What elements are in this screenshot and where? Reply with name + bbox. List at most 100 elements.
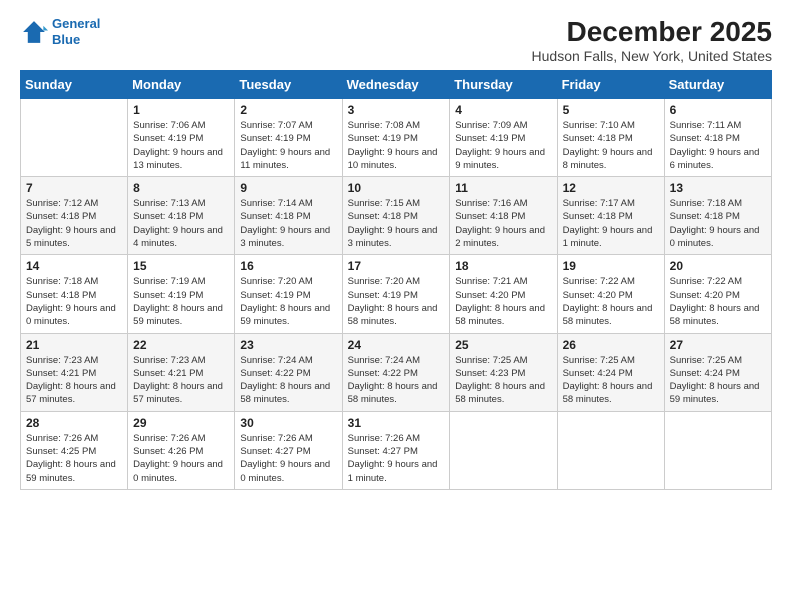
day-number: 27 <box>670 338 766 352</box>
day-number: 19 <box>563 259 659 273</box>
day-info: Sunrise: 7:18 AMSunset: 4:18 PMDaylight:… <box>26 275 122 328</box>
calendar-cell: 26 Sunrise: 7:25 AMSunset: 4:24 PMDayligh… <box>557 333 664 411</box>
day-number: 14 <box>26 259 122 273</box>
day-info: Sunrise: 7:14 AMSunset: 4:18 PMDaylight:… <box>240 197 336 250</box>
calendar-cell: 29 Sunrise: 7:26 AMSunset: 4:26 PMDayligh… <box>128 411 235 489</box>
calendar-cell: 25Sunrise: 7:25 AMSunset: 4:23 PMDayligh… <box>450 333 557 411</box>
day-number: 31 <box>348 416 445 430</box>
day-info: Sunrise: 7:26 AMSunset: 4:27 PMDaylight:… <box>348 432 445 485</box>
day-number: 9 <box>240 181 336 195</box>
day-number: 1 <box>133 103 229 117</box>
calendar-week-3: 14 Sunrise: 7:18 AMSunset: 4:18 PMDayligh… <box>21 255 772 333</box>
calendar-cell: 10 Sunrise: 7:15 AMSunset: 4:18 PMDayligh… <box>342 177 450 255</box>
day-info: Sunrise: 7:22 AMSunset: 4:20 PMDaylight:… <box>563 275 659 328</box>
day-number: 12 <box>563 181 659 195</box>
calendar-cell: 5 Sunrise: 7:10 AMSunset: 4:18 PMDaylight… <box>557 99 664 177</box>
day-info: Sunrise: 7:08 AMSunset: 4:19 PMDaylight:… <box>348 119 445 172</box>
calendar-cell: 4 Sunrise: 7:09 AMSunset: 4:19 PMDaylight… <box>450 99 557 177</box>
calendar-cell: 23 Sunrise: 7:24 AMSunset: 4:22 PMDayligh… <box>235 333 342 411</box>
day-number: 6 <box>670 103 766 117</box>
calendar-week-2: 7Sunrise: 7:12 AMSunset: 4:18 PMDaylight… <box>21 177 772 255</box>
calendar-cell: 7Sunrise: 7:12 AMSunset: 4:18 PMDaylight… <box>21 177 128 255</box>
calendar-cell <box>21 99 128 177</box>
day-number: 25 <box>455 338 551 352</box>
day-number: 22 <box>133 338 229 352</box>
day-info: Sunrise: 7:24 AMSunset: 4:22 PMDaylight:… <box>348 354 445 407</box>
logo-icon <box>20 18 48 46</box>
calendar-cell: 27Sunrise: 7:25 AMSunset: 4:24 PMDayligh… <box>664 333 771 411</box>
calendar-cell: 15 Sunrise: 7:19 AMSunset: 4:19 PMDayligh… <box>128 255 235 333</box>
day-number: 5 <box>563 103 659 117</box>
calendar-cell: 30Sunrise: 7:26 AMSunset: 4:27 PMDayligh… <box>235 411 342 489</box>
day-number: 16 <box>240 259 336 273</box>
calendar-cell: 31 Sunrise: 7:26 AMSunset: 4:27 PMDayligh… <box>342 411 450 489</box>
calendar: Sunday Monday Tuesday Wednesday Thursday… <box>20 70 772 490</box>
logo-general: General <box>52 16 100 31</box>
day-info: Sunrise: 7:12 AMSunset: 4:18 PMDaylight:… <box>26 197 122 250</box>
day-number: 4 <box>455 103 551 117</box>
day-info: Sunrise: 7:18 AMSunset: 4:18 PMDaylight:… <box>670 197 766 250</box>
calendar-cell: 8 Sunrise: 7:13 AMSunset: 4:18 PMDaylight… <box>128 177 235 255</box>
day-info: Sunrise: 7:10 AMSunset: 4:18 PMDaylight:… <box>563 119 659 172</box>
calendar-week-1: 1 Sunrise: 7:06 AMSunset: 4:19 PMDaylight… <box>21 99 772 177</box>
calendar-cell: 18 Sunrise: 7:21 AMSunset: 4:20 PMDayligh… <box>450 255 557 333</box>
calendar-cell: 3Sunrise: 7:08 AMSunset: 4:19 PMDaylight… <box>342 99 450 177</box>
day-info: Sunrise: 7:24 AMSunset: 4:22 PMDaylight:… <box>240 354 336 407</box>
calendar-cell <box>557 411 664 489</box>
day-info: Sunrise: 7:16 AMSunset: 4:18 PMDaylight:… <box>455 197 551 250</box>
logo-blue: Blue <box>52 32 80 47</box>
day-info: Sunrise: 7:26 AMSunset: 4:26 PMDaylight:… <box>133 432 229 485</box>
logo-text: General Blue <box>52 16 100 47</box>
day-info: Sunrise: 7:25 AMSunset: 4:24 PMDaylight:… <box>563 354 659 407</box>
day-info: Sunrise: 7:21 AMSunset: 4:20 PMDaylight:… <box>455 275 551 328</box>
day-number: 23 <box>240 338 336 352</box>
header-thursday: Thursday <box>450 71 557 99</box>
page: General Blue December 2025 Hudson Falls,… <box>0 0 792 612</box>
day-number: 13 <box>670 181 766 195</box>
subtitle: Hudson Falls, New York, United States <box>532 48 772 64</box>
header-monday: Monday <box>128 71 235 99</box>
day-info: Sunrise: 7:26 AMSunset: 4:25 PMDaylight:… <box>26 432 122 485</box>
header-row: General Blue December 2025 Hudson Falls,… <box>20 16 772 64</box>
calendar-cell: 20Sunrise: 7:22 AMSunset: 4:20 PMDayligh… <box>664 255 771 333</box>
day-number: 26 <box>563 338 659 352</box>
calendar-cell <box>664 411 771 489</box>
calendar-cell: 14 Sunrise: 7:18 AMSunset: 4:18 PMDayligh… <box>21 255 128 333</box>
header-friday: Friday <box>557 71 664 99</box>
header-wednesday: Wednesday <box>342 71 450 99</box>
calendar-cell: 24 Sunrise: 7:24 AMSunset: 4:22 PMDayligh… <box>342 333 450 411</box>
day-number: 24 <box>348 338 445 352</box>
calendar-cell: 22 Sunrise: 7:23 AMSunset: 4:21 PMDayligh… <box>128 333 235 411</box>
day-number: 11 <box>455 181 551 195</box>
title-block: December 2025 Hudson Falls, New York, Un… <box>532 16 772 64</box>
calendar-week-5: 28Sunrise: 7:26 AMSunset: 4:25 PMDayligh… <box>21 411 772 489</box>
calendar-cell: 19 Sunrise: 7:22 AMSunset: 4:20 PMDayligh… <box>557 255 664 333</box>
day-info: Sunrise: 7:15 AMSunset: 4:18 PMDaylight:… <box>348 197 445 250</box>
calendar-cell: 17 Sunrise: 7:20 AMSunset: 4:19 PMDayligh… <box>342 255 450 333</box>
day-info: Sunrise: 7:13 AMSunset: 4:18 PMDaylight:… <box>133 197 229 250</box>
day-info: Sunrise: 7:09 AMSunset: 4:19 PMDaylight:… <box>455 119 551 172</box>
day-number: 29 <box>133 416 229 430</box>
calendar-week-4: 21 Sunrise: 7:23 AMSunset: 4:21 PMDayligh… <box>21 333 772 411</box>
day-info: Sunrise: 7:06 AMSunset: 4:19 PMDaylight:… <box>133 119 229 172</box>
logo: General Blue <box>20 16 100 47</box>
day-number: 15 <box>133 259 229 273</box>
day-info: Sunrise: 7:23 AMSunset: 4:21 PMDaylight:… <box>133 354 229 407</box>
day-info: Sunrise: 7:17 AMSunset: 4:18 PMDaylight:… <box>563 197 659 250</box>
day-number: 8 <box>133 181 229 195</box>
day-number: 2 <box>240 103 336 117</box>
day-info: Sunrise: 7:20 AMSunset: 4:19 PMDaylight:… <box>348 275 445 328</box>
day-info: Sunrise: 7:19 AMSunset: 4:19 PMDaylight:… <box>133 275 229 328</box>
day-number: 18 <box>455 259 551 273</box>
day-info: Sunrise: 7:23 AMSunset: 4:21 PMDaylight:… <box>26 354 122 407</box>
calendar-cell: 21 Sunrise: 7:23 AMSunset: 4:21 PMDayligh… <box>21 333 128 411</box>
day-number: 10 <box>348 181 445 195</box>
calendar-header-row: Sunday Monday Tuesday Wednesday Thursday… <box>21 71 772 99</box>
day-number: 21 <box>26 338 122 352</box>
day-number: 17 <box>348 259 445 273</box>
day-info: Sunrise: 7:07 AMSunset: 4:19 PMDaylight:… <box>240 119 336 172</box>
calendar-cell: 1 Sunrise: 7:06 AMSunset: 4:19 PMDaylight… <box>128 99 235 177</box>
day-number: 30 <box>240 416 336 430</box>
day-info: Sunrise: 7:22 AMSunset: 4:20 PMDaylight:… <box>670 275 766 328</box>
calendar-cell: 16Sunrise: 7:20 AMSunset: 4:19 PMDayligh… <box>235 255 342 333</box>
